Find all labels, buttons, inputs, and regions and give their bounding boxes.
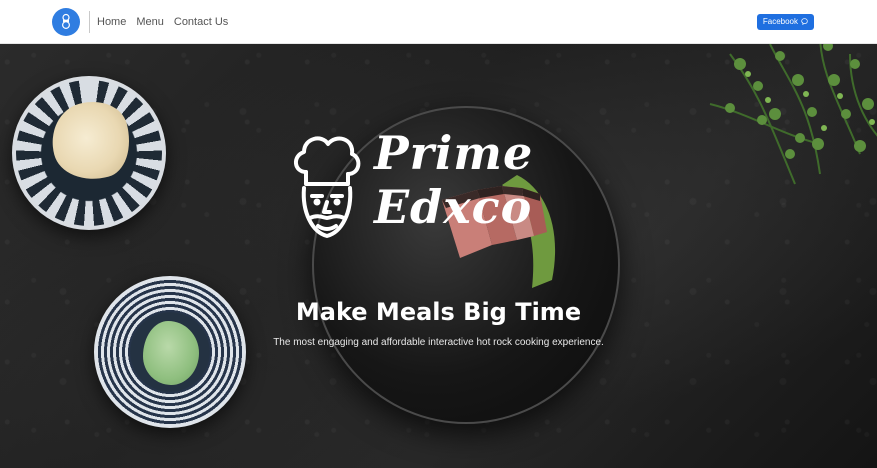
nav-link-menu[interactable]: Menu — [136, 16, 164, 28]
chef-icon — [62, 13, 70, 29]
chat-bubble-icon — [801, 18, 808, 25]
nav-divider — [89, 10, 90, 33]
logo-line-2: Edxco — [374, 180, 533, 234]
hero-headline: Make Meals Big Time — [295, 298, 582, 326]
herbs-garnish — [709, 44, 877, 185]
logo-line-1: Prime — [374, 126, 534, 180]
hero-section: Prime Edxco Make Meals Big Time The most… — [0, 44, 877, 468]
facebook-label: Facebook — [762, 17, 798, 26]
facebook-button[interactable]: Facebook — [756, 13, 814, 30]
wasabi — [143, 321, 199, 385]
pickled-ginger — [43, 93, 139, 189]
hero-logo: Prime Edxco — [290, 128, 550, 246]
nav-link-contact[interactable]: Contact Us — [174, 16, 228, 28]
nav-link-home[interactable]: Home — [97, 16, 126, 28]
chef-mascot-icon — [294, 136, 361, 238]
brand-logo[interactable] — [52, 7, 80, 36]
ginger-plate — [12, 76, 166, 230]
hero-tagline: The most engaging and affordable interac… — [273, 337, 604, 348]
navbar: Home Menu Contact Us Facebook — [0, 0, 877, 44]
nav-links: Home Menu Contact Us — [97, 16, 228, 28]
